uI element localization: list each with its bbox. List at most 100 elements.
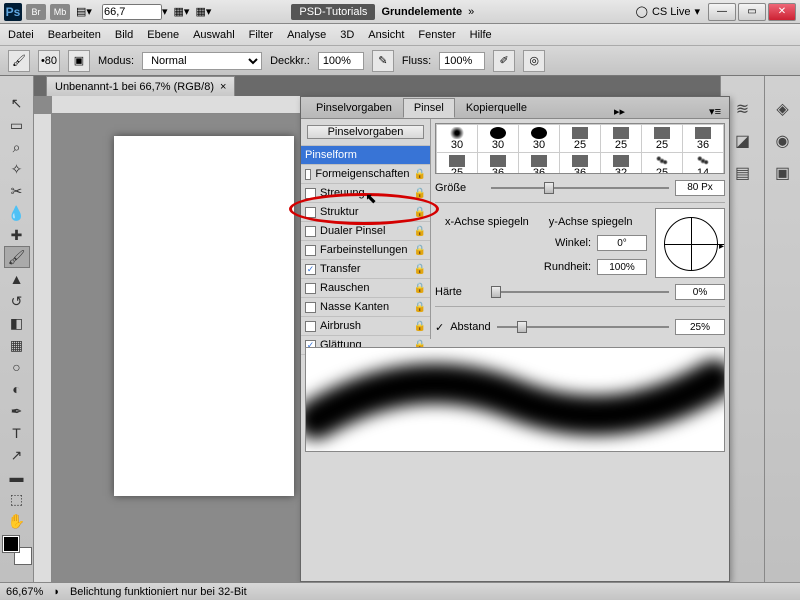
shape-tool[interactable]: ▬ [4,466,30,488]
brush-tip[interactable]: 30 [478,125,519,153]
brush-tip[interactable]: 14 [683,153,724,174]
hand-tool[interactable]: ✋ [4,510,30,532]
brush-tip[interactable]: 36 [560,153,601,174]
dodge-tool[interactable]: ◐ [4,378,30,400]
brush-preset-button[interactable]: •80 [38,50,60,72]
close-button[interactable]: ✕ [768,3,796,21]
pen-tool[interactable]: ✒ [4,400,30,422]
option-checkbox[interactable] [305,207,316,218]
brush-tip-grid[interactable]: 3030302525253625363636322514242739465911… [435,123,725,174]
screenmode-icon[interactable]: ▤▾ [74,4,94,20]
zoom-input[interactable] [102,4,162,20]
styles-icon[interactable]: ◉ [770,128,796,154]
haerte-slider[interactable] [491,285,669,299]
option-checkbox[interactable]: ✓ [305,264,316,275]
brush-option-1[interactable]: Formeigenschaften🔒 [301,164,430,183]
canvas[interactable] [114,136,294,496]
adjustments-icon[interactable]: ◪ [730,128,756,154]
deckk-input[interactable] [318,52,364,70]
document-tab[interactable]: Unbenannt-1 bei 66,7% (RGB/8) × [46,76,235,96]
brush-option-2[interactable]: Streuung🔒 [301,183,430,202]
panel-collapse-icon[interactable]: ▸▸ [606,105,633,118]
swatches-icon1[interactable]: ≋ [730,96,756,122]
menu-filter[interactable]: Filter [249,29,273,41]
stamp-tool[interactable]: ▲ [4,268,30,290]
brush-tip[interactable]: 36 [683,125,724,153]
winkel-input[interactable] [597,235,647,251]
eyedropper-tool[interactable]: 💧 [4,202,30,224]
move-tool[interactable]: ↖ [4,92,30,114]
haerte-input[interactable] [675,284,725,300]
rundheit-input[interactable] [597,259,647,275]
brush-tip[interactable]: 36 [519,153,560,174]
brush-tool[interactable]: 🖌 [4,246,30,268]
brush-tip[interactable]: 25 [437,153,478,174]
wand-tool[interactable]: ✧ [4,158,30,180]
brush-option-4[interactable]: Dualer Pinsel🔒 [301,221,430,240]
tab-pinsel[interactable]: Pinsel [403,98,455,118]
option-checkbox[interactable] [305,321,316,332]
brush-icon[interactable]: ▣ [770,160,796,186]
size-slider[interactable] [491,181,669,195]
brush-tip[interactable]: 32 [601,153,642,174]
cslive-chevron-icon[interactable]: ▾ [694,5,700,18]
tablet-size-icon[interactable]: ◎ [523,50,545,72]
option-checkbox[interactable] [305,226,316,237]
brush-tip[interactable]: 25 [642,153,683,174]
workspace-more-icon[interactable]: » [468,6,474,18]
brush-option-8[interactable]: Nasse Kanten🔒 [301,297,430,316]
marquee-tool[interactable]: ▭ [4,114,30,136]
brush-tip[interactable]: 25 [560,125,601,153]
history-brush-tool[interactable]: ↺ [4,290,30,312]
workspace-psdtutorials[interactable]: PSD-Tutorials [291,4,375,20]
brush-option-5[interactable]: Farbeinstellungen🔒 [301,240,430,259]
brush-tip[interactable]: 36 [478,153,519,174]
menu-hilfe[interactable]: Hilfe [470,29,492,41]
menu-bild[interactable]: Bild [115,29,133,41]
menu-datei[interactable]: Datei [8,29,34,41]
angle-control[interactable]: ▸ [655,208,725,278]
size-input[interactable] [675,180,725,196]
brush-option-3[interactable]: Struktur🔒 [301,202,430,221]
tablet-opacity-icon[interactable]: ✎ [372,50,394,72]
fluss-input[interactable] [439,52,485,70]
menu-auswahl[interactable]: Auswahl [193,29,235,41]
brush-panel-toggle[interactable]: ▣ [68,50,90,72]
abstand-checkbox[interactable]: ✓ [435,321,444,334]
menu-ebene[interactable]: Ebene [147,29,179,41]
workspace-grundelemente[interactable]: Grundelemente [381,6,462,18]
brush-tip[interactable]: 25 [601,125,642,153]
menu-bearbeiten[interactable]: Bearbeiten [48,29,101,41]
tab-kopierquelle[interactable]: Kopierquelle [455,98,538,118]
zoom-chevron-icon[interactable]: ▾ [162,5,168,18]
layers-icon[interactable]: ▤ [730,160,756,186]
option-checkbox[interactable] [305,245,316,256]
brush-tip[interactable]: 30 [519,125,560,153]
crop-tool[interactable]: ✂ [4,180,30,202]
path-tool[interactable]: ↗ [4,444,30,466]
menu-fenster[interactable]: Fenster [418,29,455,41]
lasso-tool[interactable]: ⌕ [4,136,30,158]
tab-pinselvorgaben[interactable]: Pinselvorgaben [305,98,403,118]
color-icon[interactable]: ◈ [770,96,796,122]
cslive-label[interactable]: CS Live [652,6,691,18]
viewextras-icon[interactable]: ▦▾ [174,5,190,18]
brush-option-0[interactable]: Pinselform [301,145,430,164]
option-checkbox[interactable] [305,302,316,313]
brush-tip[interactable]: 30 [437,125,478,153]
eraser-tool[interactable]: ◧ [4,312,30,334]
brush-tip[interactable]: 25 [642,125,683,153]
3d-tool[interactable]: ⬚ [4,488,30,510]
tool-preset-icon[interactable]: 🖌 [8,50,30,72]
maximize-button[interactable]: ▭ [738,3,766,21]
option-checkbox[interactable] [305,169,311,180]
abstand-slider[interactable] [497,320,669,334]
arrange-icon[interactable]: ▦▾ [195,5,211,18]
minibridge-button[interactable]: Mb [50,4,70,20]
brush-option-6[interactable]: ✓Transfer🔒 [301,259,430,278]
gradient-tool[interactable]: ▦ [4,334,30,356]
tab-close-icon[interactable]: × [220,81,226,93]
option-checkbox[interactable] [305,283,316,294]
bridge-button[interactable]: Br [26,4,46,20]
airbrush-icon[interactable]: ✐ [493,50,515,72]
